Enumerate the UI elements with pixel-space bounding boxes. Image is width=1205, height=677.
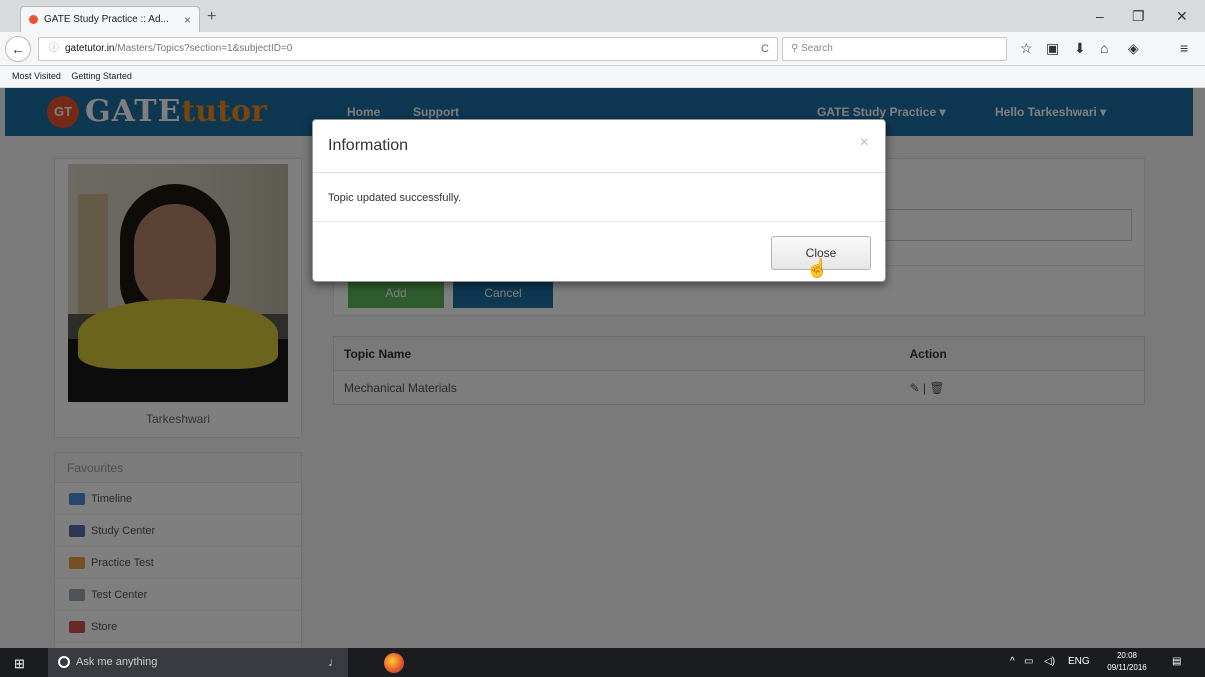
home-icon[interactable]: ⌂ (1100, 40, 1108, 56)
notification-icon[interactable]: ▤ (1172, 656, 1181, 667)
browser-nav-bar: ← ⓘ gatetutor.in/Masters/Topics?section=1… (0, 32, 1205, 66)
url-host: gatetutor.in (65, 43, 115, 54)
new-tab-button[interactable]: + (207, 8, 216, 26)
reload-icon[interactable]: C (761, 38, 769, 60)
dialog-title: Information (328, 137, 409, 154)
dialog-message: Topic updated successfully. (328, 192, 462, 204)
browser-tab[interactable]: GATE Study Practice :: Ad... × (20, 6, 200, 32)
address-bar[interactable]: ⓘ gatetutor.in/Masters/Topics?section=1&s… (38, 37, 778, 61)
tab-title: GATE Study Practice :: Ad... (44, 14, 169, 25)
system-clock[interactable]: 20:08 09/11/2016 (1104, 650, 1150, 674)
dialog-close-icon[interactable]: × (860, 134, 869, 152)
download-icon[interactable]: ⬇ (1074, 40, 1086, 57)
dialog-footer-divider (313, 221, 885, 222)
tray-chevron-icon[interactable]: ^ (1010, 656, 1015, 667)
microphone-icon[interactable]: ♩ (328, 655, 340, 669)
cortana-placeholder: Ask me anything (76, 656, 158, 668)
dialog-header: Information × (313, 120, 885, 173)
reading-list-icon[interactable]: ▣ (1046, 40, 1059, 57)
back-arrow-icon[interactable]: ← (5, 36, 31, 62)
browser-tab-bar: GATE Study Practice :: Ad... × + – ❐ ✕ (0, 0, 1205, 32)
minimize-icon[interactable]: – (1096, 8, 1104, 24)
tab-close-icon[interactable]: × (184, 13, 191, 27)
windows-taskbar: ⊞ Ask me anything ♩ ^ ▭ ◁) ENG 20:08 09/… (0, 648, 1205, 677)
site-favicon-icon (29, 15, 38, 24)
window-close-icon[interactable]: ✕ (1176, 8, 1188, 25)
hamburger-menu-icon[interactable]: ≡ (1180, 40, 1188, 56)
windows-start-icon[interactable]: ⊞ (14, 656, 25, 672)
firefox-taskbar-icon[interactable] (384, 653, 404, 673)
network-icon[interactable]: ▭ (1024, 656, 1033, 667)
url-path: /Masters/Topics?section=1&subjectID=0 (114, 43, 293, 54)
clock-date: 09/11/2016 (1107, 663, 1147, 672)
information-dialog: Information × Topic updated successfully… (312, 119, 886, 282)
bookmark-most-visited[interactable]: Most Visited (12, 71, 61, 81)
clock-time: 20:08 (1116, 651, 1138, 660)
bookmark-getting-started[interactable]: Getting Started (71, 71, 132, 81)
volume-icon[interactable]: ◁) (1044, 656, 1055, 667)
pocket-icon[interactable]: ◈ (1128, 40, 1139, 57)
bookmark-star-icon[interactable]: ☆ (1020, 40, 1033, 57)
hand-cursor-icon: ☝ (806, 258, 829, 278)
info-icon[interactable]: ⓘ (49, 43, 59, 54)
cortana-icon (58, 656, 70, 669)
restore-icon[interactable]: ❐ (1132, 8, 1145, 25)
language-indicator[interactable]: ENG (1068, 656, 1090, 667)
magnifier-icon: ⚲ (791, 43, 799, 54)
cortana-search-input[interactable]: Ask me anything (48, 648, 348, 677)
search-placeholder: Search (801, 43, 833, 54)
bookmarks-bar: Most Visited Getting Started (0, 66, 1205, 88)
browser-search-input[interactable]: ⚲ Search (782, 37, 1007, 61)
